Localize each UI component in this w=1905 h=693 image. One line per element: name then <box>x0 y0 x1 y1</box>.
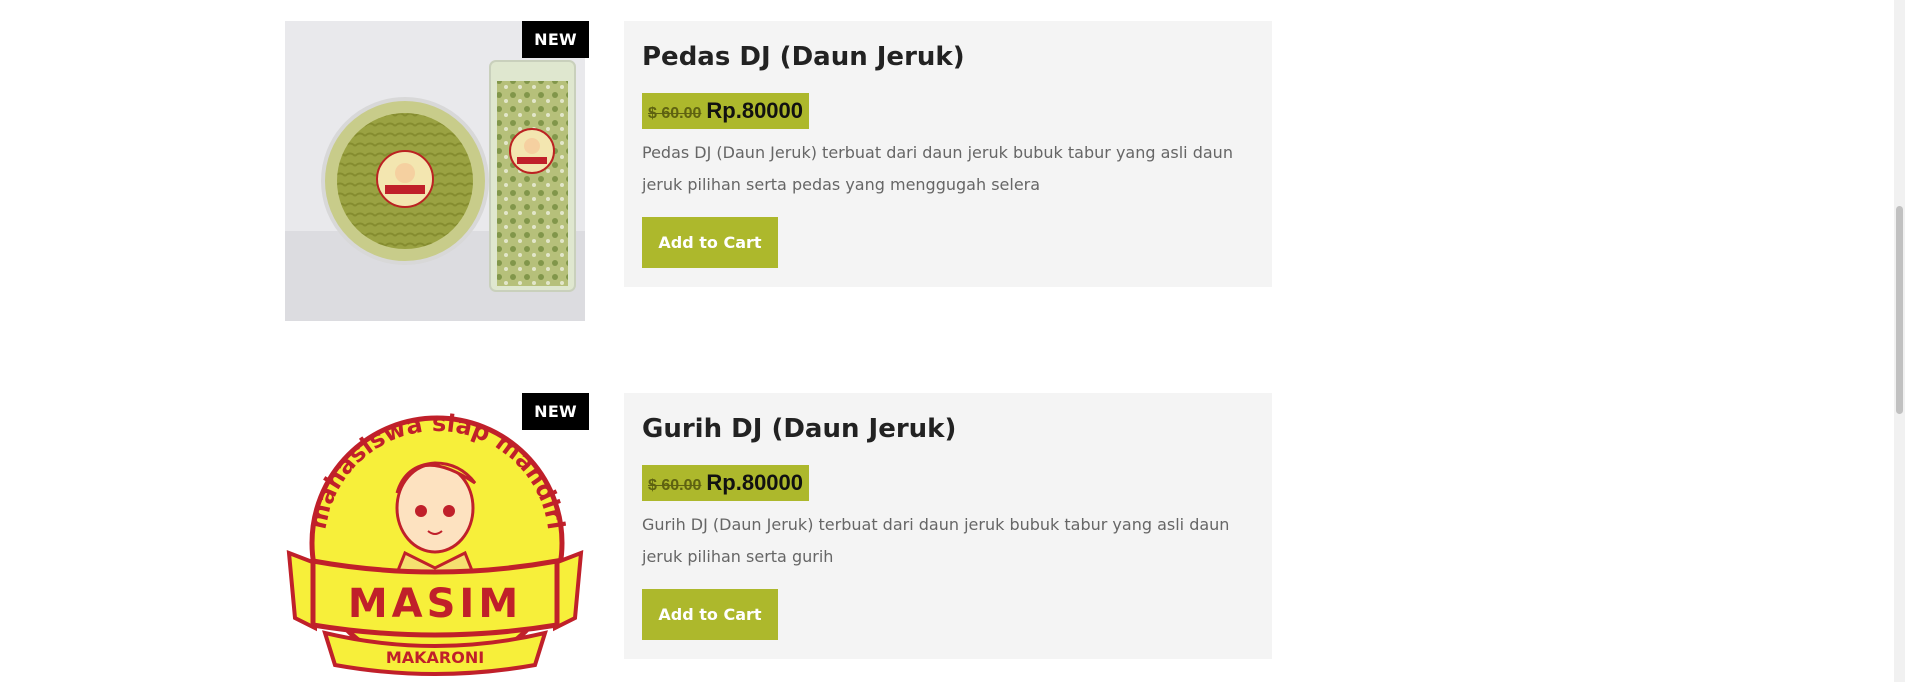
product-image[interactable] <box>285 21 585 321</box>
current-price: Rp.80000 <box>706 470 804 495</box>
add-to-cart-button[interactable]: Add to Cart <box>642 217 778 268</box>
product-description: Pedas DJ (Daun Jeruk) terbuat dari daun … <box>642 143 1233 194</box>
new-badge: NEW <box>522 393 589 430</box>
product-photo-illustration <box>285 21 585 321</box>
product-title[interactable]: Pedas DJ (Daun Jeruk) <box>642 39 1254 75</box>
old-price: $ 60.00 <box>648 105 702 122</box>
product-image[interactable]: mahasiswa siap mandiri MASIM MAKARONI <box>285 393 585 693</box>
product-details-card: Gurih DJ (Daun Jeruk) $ 60.00 Rp.80000 Gu… <box>624 393 1272 659</box>
add-to-cart-button[interactable]: Add to Cart <box>642 589 778 640</box>
old-price: $ 60.00 <box>648 477 702 494</box>
scrollbar-thumb[interactable] <box>1896 206 1903 414</box>
page-scrollbar[interactable] <box>1894 0 1905 682</box>
product-details-card: Pedas DJ (Daun Jeruk) $ 60.00 Rp.80000 Pe… <box>624 21 1272 287</box>
logo-brand-text: MASIM <box>348 581 522 627</box>
price-tag: $ 60.00 Rp.80000 <box>642 465 810 501</box>
product-title[interactable]: Gurih DJ (Daun Jeruk) <box>642 411 1254 447</box>
product-description: Gurih DJ (Daun Jeruk) terbuat dari daun … <box>642 515 1230 566</box>
current-price: Rp.80000 <box>706 98 804 123</box>
new-badge: NEW <box>522 21 589 58</box>
logo-subtitle-text: MAKARONI <box>386 648 484 667</box>
price-tag: $ 60.00 Rp.80000 <box>642 93 810 129</box>
masim-logo: mahasiswa siap mandiri MASIM MAKARONI <box>286 409 584 676</box>
